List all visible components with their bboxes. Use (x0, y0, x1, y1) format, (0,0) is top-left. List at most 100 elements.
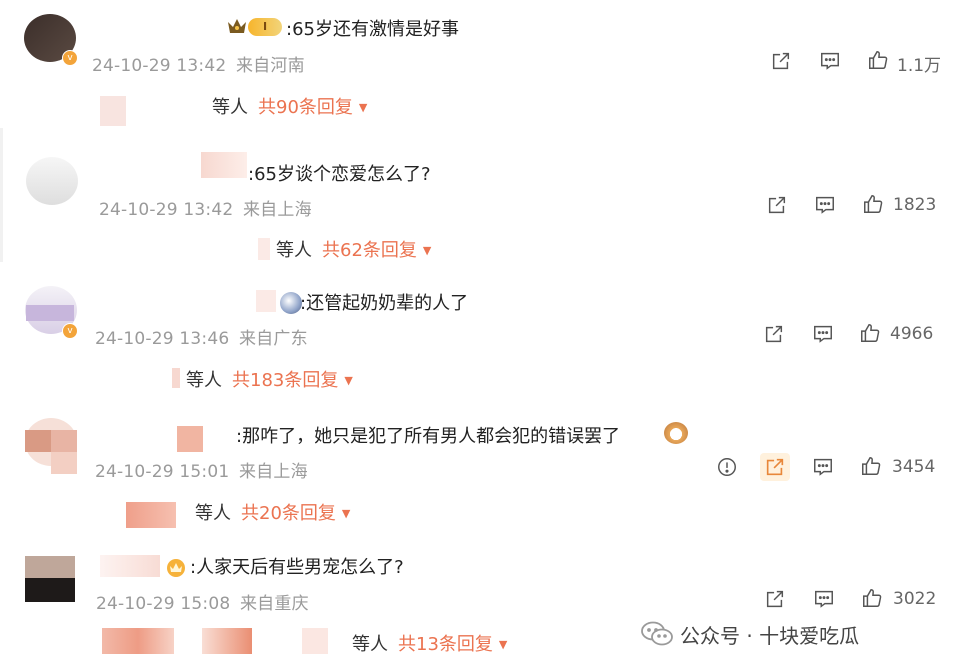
blurred-username (100, 555, 160, 577)
comment-time: 24-10-29 13:42 (92, 56, 227, 76)
thumbs-up-icon (862, 457, 881, 475)
share-icon (768, 196, 786, 214)
avatar-mosaic (26, 305, 74, 321)
comment-text: :那咋了，她只是犯了所有男人都会犯的错误罢了 (236, 426, 621, 447)
caret-down-icon[interactable]: ▼ (342, 507, 350, 520)
share-button[interactable] (762, 586, 788, 612)
reply-summary[interactable]: 等人 共62条回复 ▼ (276, 236, 431, 262)
comment-meta: 24-10-29 15:01 来自上海 (95, 457, 308, 482)
level-badge: I (248, 18, 282, 36)
comment-meta: 24-10-29 13:42 来自河南 (92, 51, 305, 76)
comment-time: 24-10-29 15:08 (96, 594, 231, 614)
comment-button[interactable] (812, 192, 838, 218)
blurred-username (201, 152, 247, 178)
reply-by: 等人 (276, 240, 312, 261)
share-icon (765, 325, 783, 343)
comment-icon (814, 458, 832, 476)
caret-down-icon[interactable]: ▼ (423, 244, 431, 257)
watermark-text: 公众号 · 十块爱吃瓜 (680, 624, 860, 648)
thumbs-up-icon (861, 324, 880, 342)
comment-text: :65岁还有激情是好事 (286, 19, 459, 40)
avatar-mosaic (25, 578, 75, 602)
share-button[interactable] (764, 192, 790, 218)
like-button[interactable] (857, 320, 883, 346)
caret-down-icon[interactable]: ▼ (344, 374, 352, 387)
reply-summary[interactable]: 等人 共90条回复 ▼ (212, 93, 367, 119)
share-button[interactable] (760, 453, 790, 481)
reply-by: 等人 (352, 634, 388, 655)
like-button[interactable] (865, 47, 891, 73)
blurred-username (172, 368, 180, 388)
comment-text: :还管起奶奶辈的人了 (300, 293, 469, 314)
avatar-mosaic (25, 430, 51, 452)
reply-count[interactable]: 共20条回复 (241, 503, 336, 524)
comment-text: :人家天后有些男宠怎么了? (190, 557, 404, 578)
comment-icon (821, 52, 839, 70)
divider (0, 128, 3, 262)
verified-badge: v (62, 50, 78, 66)
comment-button[interactable] (817, 48, 843, 74)
comment-time: 24-10-29 13:42 (99, 200, 234, 220)
avatar-mosaic (51, 452, 77, 474)
comment-location: 来自上海 (238, 462, 308, 482)
blurred-username (302, 628, 328, 654)
share-icon (766, 458, 784, 476)
share-button[interactable] (761, 321, 787, 347)
vip-crown-icon (226, 16, 248, 36)
report-button[interactable] (714, 454, 740, 480)
cat-emoji (664, 422, 688, 444)
reply-by: 等人 (195, 503, 231, 524)
comment-text: :65岁谈个恋爱怎么了? (248, 164, 431, 185)
sticker-emoji (280, 292, 302, 314)
comment-button[interactable] (811, 586, 837, 612)
crown-badge-icon (164, 556, 188, 578)
blurred-username (126, 502, 176, 528)
caret-down-icon[interactable]: ▼ (499, 638, 507, 651)
like-button[interactable] (858, 453, 884, 479)
share-icon (772, 52, 790, 70)
reply-count[interactable]: 共183条回复 (232, 370, 338, 391)
like-count: 4966 (890, 324, 934, 344)
reply-summary[interactable]: 等人 共13条回复 ▼ (352, 630, 507, 656)
blurred-username (258, 238, 270, 260)
comment-meta: 24-10-29 15:08 来自重庆 (96, 589, 309, 614)
reply-count[interactable]: 共13条回复 (398, 634, 493, 655)
verified-badge: v (62, 323, 78, 339)
reply-count[interactable]: 共90条回复 (258, 97, 353, 118)
like-button[interactable] (859, 585, 885, 611)
reply-summary[interactable]: 等人 共20条回复 ▼ (195, 499, 350, 525)
comment-icon (815, 590, 833, 608)
reply-summary[interactable]: 等人 共183条回复 ▼ (186, 366, 353, 392)
like-button[interactable] (860, 191, 886, 217)
report-icon (718, 458, 736, 476)
thumbs-up-icon (869, 51, 888, 69)
like-count: 1.1万 (897, 56, 942, 76)
blurred-username (177, 426, 203, 452)
comment-meta: 24-10-29 13:46 来自广东 (95, 324, 308, 349)
thumbs-up-icon (863, 589, 882, 607)
reply-count[interactable]: 共62条回复 (322, 240, 417, 261)
share-button[interactable] (768, 48, 794, 74)
comment-time: 24-10-29 15:01 (95, 462, 230, 482)
like-count: 3454 (892, 457, 936, 477)
comment-button[interactable] (810, 321, 836, 347)
comment-icon (816, 196, 834, 214)
comment-button[interactable] (810, 454, 836, 480)
blurred-username (202, 628, 252, 654)
avatar[interactable] (26, 157, 78, 205)
comment-location: 来自重庆 (239, 594, 309, 614)
caret-down-icon[interactable]: ▼ (359, 101, 367, 114)
comment-location: 来自上海 (242, 200, 312, 220)
avatar-mosaic (25, 556, 75, 578)
like-count: 3022 (893, 589, 937, 609)
comment-meta: 24-10-29 13:42 来自上海 (99, 195, 312, 220)
blurred-username (102, 628, 174, 654)
blurred-username (100, 96, 126, 126)
thumbs-up-icon (864, 195, 883, 213)
like-count: 1823 (893, 195, 937, 215)
share-icon (766, 590, 784, 608)
comment-time: 24-10-29 13:46 (95, 329, 230, 349)
wechat-icon (640, 620, 674, 648)
comment-location: 来自广东 (238, 329, 308, 349)
reply-by: 等人 (186, 370, 222, 391)
